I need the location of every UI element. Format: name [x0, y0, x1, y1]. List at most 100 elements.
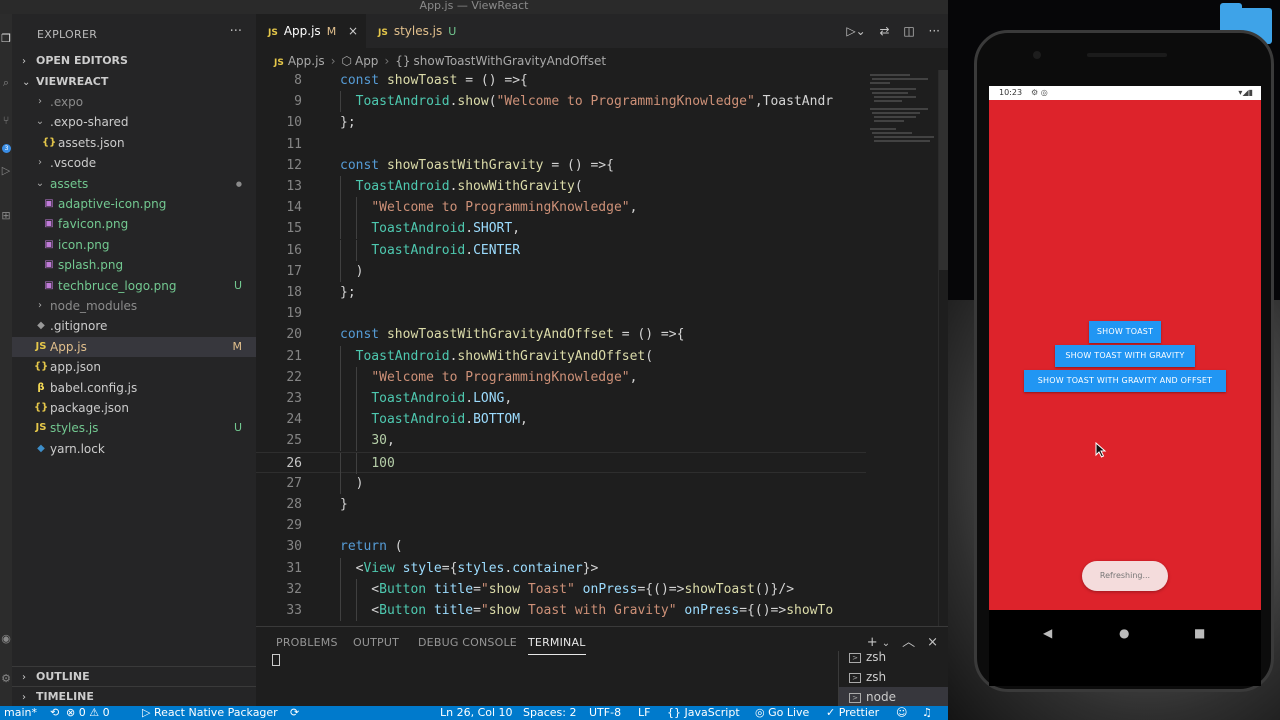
tree-item[interactable]: › node_modules	[12, 296, 256, 316]
split-editor-icon[interactable]: ◫	[903, 24, 914, 38]
prettier-status[interactable]: ✓ Prettier	[826, 706, 879, 720]
minimap[interactable]	[868, 70, 938, 160]
tab-styles-js[interactable]: JS styles.js U	[366, 14, 476, 48]
git-branch[interactable]: main*	[4, 706, 37, 720]
tab-debug-console[interactable]: DEBUG CONSOLE	[418, 631, 517, 655]
code-editor[interactable]: 8 const showToast = () =>{9 ToastAndroid.…	[256, 70, 866, 626]
breadcrumb-symbol[interactable]: showToastWithGravityAndOffset	[414, 54, 607, 68]
cursor-position[interactable]: Ln 26, Col 10	[440, 706, 513, 720]
search-icon[interactable]: ⌕	[0, 76, 12, 90]
terminal-item[interactable]: > zsh	[839, 667, 948, 687]
outline-section[interactable]: › OUTLINE	[12, 666, 256, 686]
home-icon[interactable]: ●	[1119, 626, 1129, 640]
tree-item[interactable]: {} package.json	[12, 398, 256, 418]
project-section[interactable]: ⌄ VIEWREACT	[12, 72, 256, 92]
code-line[interactable]: 12 const showToastWithGravity = () =>{	[256, 155, 866, 176]
tree-item[interactable]: ▣ favicon.png	[12, 214, 256, 234]
language-mode[interactable]: {} JavaScript	[667, 706, 740, 720]
code-line[interactable]: 9 ToastAndroid.show("Welcome to Programm…	[256, 91, 866, 113]
react-native-packager[interactable]: ▷ React Native Packager	[142, 706, 278, 720]
sync-icon[interactable]: ⟲	[50, 706, 59, 720]
line-ending[interactable]: LF	[638, 706, 650, 720]
terminal-icon: >	[849, 672, 861, 683]
account-icon[interactable]: ◉	[0, 632, 12, 646]
tree-item[interactable]: ⌄ .expo-shared	[12, 112, 256, 132]
tree-item[interactable]: › .expo	[12, 92, 256, 112]
tab-output[interactable]: OUTPUT	[353, 631, 399, 655]
tab-problems[interactable]: PROBLEMS	[276, 631, 338, 655]
more-actions-icon[interactable]: ···	[929, 24, 940, 38]
code-line[interactable]: 23 ToastAndroid.LONG,	[256, 388, 866, 409]
refresh-icon[interactable]: ⟳	[290, 706, 299, 720]
terminal-item[interactable]: > node	[839, 687, 948, 707]
tree-item[interactable]: ▣ adaptive-icon.png	[12, 194, 256, 214]
tab-terminal[interactable]: TERMINAL	[528, 631, 586, 655]
code-line[interactable]: 17 )	[256, 260, 866, 282]
extensions-icon[interactable]: ⊞	[0, 209, 12, 223]
run-debug-icon[interactable]: ▷	[0, 164, 12, 178]
explorer-more-icon[interactable]: ···	[230, 24, 242, 39]
show-toast-gravity-offset-button[interactable]: SHOW TOAST WITH GRAVITY AND OFFSET	[1024, 370, 1226, 392]
code-line[interactable]: 14 "Welcome to ProgrammingKnowledge",	[256, 197, 866, 219]
source-control-icon[interactable]: ⑂	[0, 114, 12, 128]
code-line[interactable]: 24 ToastAndroid.BOTTOM,	[256, 409, 866, 431]
go-live-button[interactable]: ◎ Go Live	[755, 706, 809, 720]
code-line[interactable]: 29	[256, 515, 866, 536]
tab-app-js[interactable]: JS App.js M ×	[256, 14, 366, 48]
back-icon[interactable]: ◀	[1043, 626, 1052, 640]
code-line[interactable]: 28}	[256, 494, 866, 515]
open-changes-icon[interactable]: ⇄	[879, 24, 889, 38]
open-editors-section[interactable]: › OPEN EDITORS	[12, 51, 256, 71]
code-line[interactable]: 32 <Button title="show Toast" onPress={(…	[256, 578, 866, 600]
code-line[interactable]: 16 ToastAndroid.CENTER	[256, 239, 866, 261]
code-line[interactable]: 21 ToastAndroid.showWithGravityAndOffset…	[256, 345, 866, 367]
tree-item[interactable]: β babel.config.js	[12, 378, 256, 398]
tree-item[interactable]: {} assets.json	[12, 133, 256, 153]
breadcrumb-file[interactable]: App.js	[288, 54, 325, 68]
close-tab-icon[interactable]: ×	[348, 24, 358, 38]
tree-item[interactable]: ⌄ assets ●	[12, 174, 256, 194]
scrollbar-thumb[interactable]	[939, 70, 948, 270]
notifications-bell-icon[interactable]: ♫	[922, 706, 932, 720]
run-icon[interactable]: ▷⌄	[846, 24, 865, 38]
terminal-cursor[interactable]	[272, 654, 280, 666]
code-line[interactable]: 18};	[256, 282, 866, 303]
code-line[interactable]: 19	[256, 303, 866, 324]
code-line[interactable]: 13 ToastAndroid.showWithGravity(	[256, 176, 866, 197]
encoding[interactable]: UTF-8	[589, 706, 621, 720]
show-toast-gravity-button[interactable]: SHOW TOAST WITH GRAVITY	[1055, 345, 1195, 367]
tree-item[interactable]: ▣ techbruce_logo.png U	[12, 276, 256, 296]
show-toast-button[interactable]: SHOW TOAST	[1089, 321, 1161, 343]
code-line[interactable]: 27 )	[256, 472, 866, 494]
code-line[interactable]: 11	[256, 134, 866, 155]
tree-item[interactable]: JS styles.js U	[12, 418, 256, 438]
code-line[interactable]: 20 const showToastWithGravityAndOffset = …	[256, 324, 866, 345]
code-line[interactable]: 30 return (	[256, 536, 866, 557]
vertical-scrollbar[interactable]	[938, 70, 948, 626]
code-line[interactable]: 22 "Welcome to ProgrammingKnowledge",	[256, 366, 866, 388]
tree-item[interactable]: › .vscode	[12, 153, 256, 173]
code-line[interactable]: 10};	[256, 112, 866, 133]
recents-icon[interactable]: ■	[1194, 626, 1205, 640]
code-line[interactable]: 26 100	[256, 451, 866, 474]
tree-item[interactable]: {} app.json	[12, 357, 256, 377]
problems-count[interactable]: ⊗ 0 ⚠ 0	[66, 706, 110, 720]
breadcrumb-symbol[interactable]: App	[355, 54, 378, 68]
code-line[interactable]: 15 ToastAndroid.SHORT,	[256, 218, 866, 240]
terminal-item[interactable]: > zsh	[839, 647, 948, 667]
tree-item[interactable]: JS App.js M	[12, 336, 256, 357]
timeline-section[interactable]: › TIMELINE	[12, 686, 256, 706]
feedback-icon[interactable]: ☺	[896, 706, 907, 720]
settings-gear-icon[interactable]: ⚙	[0, 672, 12, 686]
tree-item[interactable]: ◆ .gitignore	[12, 316, 256, 336]
indentation[interactable]: Spaces: 2	[523, 706, 576, 720]
explorer-icon[interactable]: ❐	[0, 32, 12, 46]
tree-item[interactable]: ◆ yarn.lock	[12, 439, 256, 459]
code-line[interactable]: 8 const showToast = () =>{	[256, 70, 866, 91]
tree-item[interactable]: ▣ icon.png	[12, 235, 256, 255]
code-line[interactable]: 33 <Button title="show Toast with Gravit…	[256, 600, 866, 621]
code-line[interactable]: 25 30,	[256, 430, 866, 452]
phone-screen: 10:23 ⚙ ◎ ▾◢▮ SHOW TOAST SHOW TOAST WITH…	[989, 86, 1261, 686]
tree-item[interactable]: ▣ splash.png	[12, 255, 256, 275]
code-line[interactable]: 31 <View style={styles.container}>	[256, 557, 866, 579]
